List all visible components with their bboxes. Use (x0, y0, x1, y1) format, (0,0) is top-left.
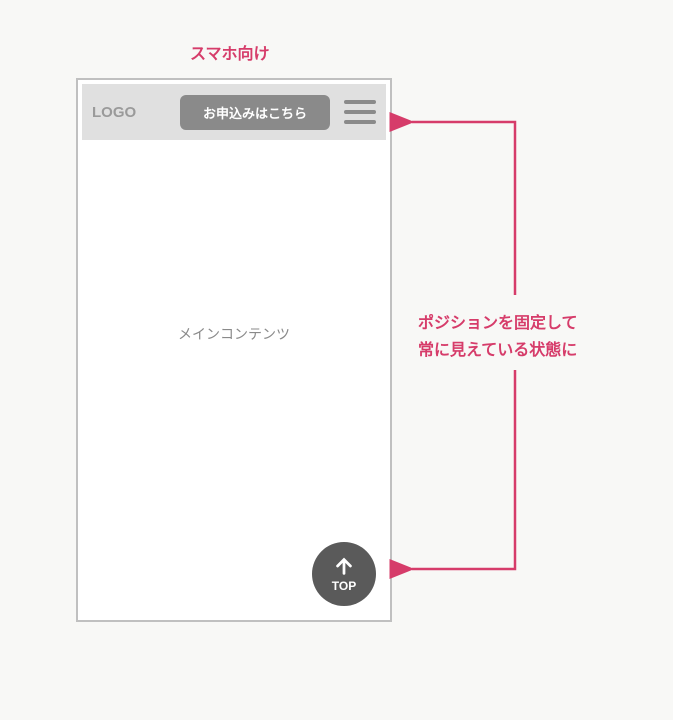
arrow-up-icon (333, 555, 355, 577)
annotation-line-1: ポジションを固定して (418, 310, 578, 337)
apply-cta-button[interactable]: お申込みはこちら (180, 95, 330, 130)
fixed-header: LOGO お申込みはこちら (82, 84, 386, 140)
top-button-label: TOP (332, 579, 356, 593)
diagram-title: スマホ向け (190, 40, 270, 64)
main-content-placeholder: メインコンテンツ (82, 324, 386, 344)
annotation-text: ポジションを固定して 常に見えている状態に (418, 310, 578, 364)
hamburger-menu-icon[interactable] (344, 96, 376, 128)
scroll-to-top-button[interactable]: TOP (312, 542, 376, 606)
logo[interactable]: LOGO (92, 104, 172, 121)
phone-mockup-frame: LOGO お申込みはこちら メインコンテンツ TOP (76, 78, 392, 622)
phone-screen: LOGO お申込みはこちら メインコンテンツ TOP (82, 84, 386, 616)
annotation-line-2: 常に見えている状態に (418, 337, 578, 364)
